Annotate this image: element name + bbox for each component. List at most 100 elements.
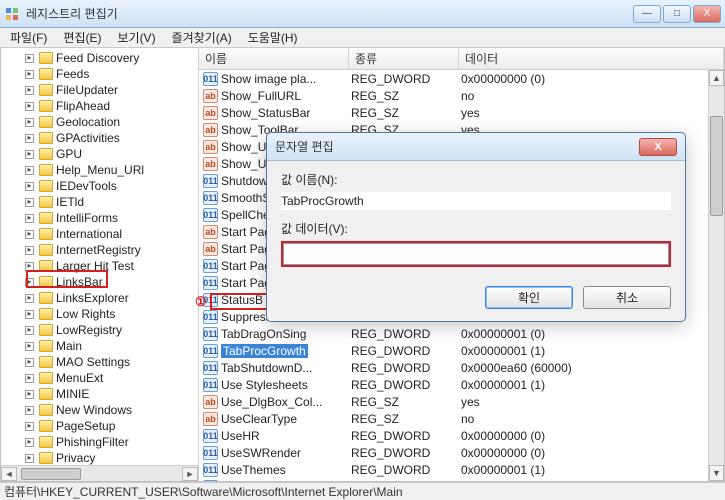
col-name[interactable]: 이름 <box>199 48 349 69</box>
tree-item[interactable]: ▸Privacy <box>19 450 198 466</box>
tree-item[interactable]: ▸ PhishingFilter <box>19 434 198 450</box>
tree-item[interactable]: ▸GPActivities <box>19 130 198 146</box>
close-button[interactable]: X <box>693 5 721 23</box>
scroll-up-icon[interactable]: ▲ <box>709 70 724 86</box>
expand-icon[interactable]: ▸ <box>25 246 34 255</box>
tree-item[interactable]: ▸InternetRegistry <box>19 242 198 258</box>
vscroll-thumb[interactable] <box>710 116 723 216</box>
tree-item[interactable]: ▸GPU <box>19 146 198 162</box>
tree-item[interactable]: ▸Larger Hit Test <box>19 258 198 274</box>
list-vscrollbar[interactable]: ▲ ▼ <box>708 70 724 481</box>
row-data: 0x00000001 (1) <box>461 463 708 477</box>
expand-icon[interactable]: ▸ <box>25 166 34 175</box>
tree-item[interactable]: ▸PageSetup <box>19 418 198 434</box>
list-row[interactable]: abShow_FullURLREG_SZno <box>199 87 708 104</box>
list-row[interactable]: abUseClearTypeREG_SZno <box>199 410 708 427</box>
tree-item[interactable]: ▸LinksExplorer <box>19 290 198 306</box>
dialog-close-button[interactable]: X <box>639 138 677 156</box>
string-icon: ab <box>203 242 218 256</box>
tree-item[interactable]: ▸Feeds <box>19 66 198 82</box>
row-type: REG_DWORD <box>351 327 461 341</box>
tree-item[interactable]: ▸MAO Settings <box>19 354 198 370</box>
expand-icon[interactable]: ▸ <box>25 230 34 239</box>
tree-item[interactable]: ▸Feed Discovery <box>19 50 198 66</box>
value-data-input[interactable] <box>283 243 669 265</box>
folder-icon <box>39 100 53 112</box>
dword-icon: 011 <box>203 344 218 358</box>
tree-item[interactable]: ▸New Windows <box>19 402 198 418</box>
expand-icon[interactable]: ▸ <box>25 118 34 127</box>
tree-item[interactable]: ▸International <box>19 226 198 242</box>
expand-icon[interactable]: ▸ <box>25 278 34 287</box>
scroll-left-icon[interactable]: ◄ <box>1 467 17 481</box>
minimize-button[interactable]: — <box>633 5 661 23</box>
tree-item[interactable]: ▸FileUpdater <box>19 82 198 98</box>
expand-icon[interactable]: ▸ <box>25 86 34 95</box>
list-row[interactable]: 011Use StylesheetsREG_DWORD0x00000001 (1… <box>199 376 708 393</box>
expand-icon[interactable]: ▸ <box>25 326 34 335</box>
list-row[interactable]: abUse_DlgBox_Col...REG_SZyes <box>199 393 708 410</box>
tree-item[interactable]: ▸Geolocation <box>19 114 198 130</box>
menu-fav[interactable]: 즐겨찾기(A) <box>166 28 238 47</box>
tree-item[interactable]: ▸LinksBar <box>19 274 198 290</box>
col-type[interactable]: 종류 <box>349 48 459 69</box>
list-row[interactable]: 011UseHRREG_DWORD0x00000000 (0) <box>199 427 708 444</box>
expand-icon[interactable]: ▸ <box>25 342 34 351</box>
tree-item[interactable]: ▸Main <box>19 338 198 354</box>
expand-icon[interactable]: ▸ <box>25 422 34 431</box>
row-data: 2c 00 00 00 00 00 00 00 01 00 00 00 ff f… <box>461 480 708 482</box>
tree-item[interactable]: ▸MenuExt <box>19 370 198 386</box>
tree-item[interactable]: ▸ Help_Menu_URl <box>19 162 198 178</box>
cancel-button[interactable]: 취소 <box>583 286 671 309</box>
list-row[interactable]: 011TabShutdownD...REG_DWORD0x0000ea60 (6… <box>199 359 708 376</box>
row-type: REG_DWORD <box>351 378 461 392</box>
expand-icon[interactable]: ▸ <box>25 390 34 399</box>
expand-icon[interactable]: ▸ <box>25 102 34 111</box>
list-row[interactable]: 011TabProcGrowthREG_DWORD0x00000001 (1) <box>199 342 708 359</box>
expand-icon[interactable]: ▸ <box>25 214 34 223</box>
hscroll-thumb[interactable] <box>21 468 81 480</box>
list-row[interactable]: 011TabDragOnSingREG_DWORD0x00000001 (0) <box>199 325 708 342</box>
ok-button[interactable]: 확인 <box>485 286 573 309</box>
expand-icon[interactable]: ▸ <box>25 70 34 79</box>
tree-item[interactable]: ▸Low Rights <box>19 306 198 322</box>
tree-item[interactable]: ▸IETld <box>19 194 198 210</box>
scroll-right-icon[interactable]: ► <box>182 467 198 481</box>
maximize-button[interactable]: □ <box>663 5 691 23</box>
expand-icon[interactable]: ▸ <box>25 54 34 63</box>
expand-icon[interactable]: ▸ <box>25 358 34 367</box>
menu-edit[interactable]: 편집(E) <box>57 28 107 47</box>
list-row[interactable]: abShow_StatusBarREG_SZyes <box>199 104 708 121</box>
expand-icon[interactable]: ▸ <box>25 406 34 415</box>
tree-hscrollbar[interactable]: ◄ ► <box>1 465 198 481</box>
list-row[interactable]: 011Window_Place...REG_BINARY2c 00 00 00 … <box>199 478 708 481</box>
expand-icon[interactable]: ▸ <box>25 310 34 319</box>
expand-icon[interactable]: ▸ <box>25 438 34 447</box>
row-type: REG_DWORD <box>351 463 461 477</box>
menu-view[interactable]: 보기(V) <box>111 28 161 47</box>
expand-icon[interactable]: ▸ <box>25 262 34 271</box>
list-row[interactable]: 011Show image pla...REG_DWORD0x00000000 … <box>199 70 708 87</box>
folder-icon <box>39 148 53 160</box>
menu-file[interactable]: 파일(F) <box>4 28 53 47</box>
col-data[interactable]: 데이터 <box>459 48 724 69</box>
tree-item-label: PhishingFilter <box>56 435 129 449</box>
expand-icon[interactable]: ▸ <box>25 454 34 463</box>
expand-icon[interactable]: ▸ <box>25 182 34 191</box>
menu-help[interactable]: 도움말(H) <box>242 28 304 47</box>
string-icon: ab <box>203 157 218 171</box>
expand-icon[interactable]: ▸ <box>25 198 34 207</box>
tree-item[interactable]: ▸FlipAhead <box>19 98 198 114</box>
tree-item[interactable]: ▸IntelliForms <box>19 210 198 226</box>
tree-item[interactable]: ▸LowRegistry <box>19 322 198 338</box>
expand-icon[interactable]: ▸ <box>25 374 34 383</box>
list-row[interactable]: 011UseSWRenderREG_DWORD0x00000000 (0) <box>199 444 708 461</box>
expand-icon[interactable]: ▸ <box>25 150 34 159</box>
expand-icon[interactable]: ▸ <box>25 294 34 303</box>
expand-icon[interactable]: ▸ <box>25 134 34 143</box>
scroll-down-icon[interactable]: ▼ <box>709 465 724 481</box>
tree-item[interactable]: ▸MINIE <box>19 386 198 402</box>
tree-item-label: Help_Menu_URl <box>56 163 144 177</box>
list-row[interactable]: 011UseThemesREG_DWORD0x00000001 (1) <box>199 461 708 478</box>
tree-item[interactable]: ▸IEDevTools <box>19 178 198 194</box>
